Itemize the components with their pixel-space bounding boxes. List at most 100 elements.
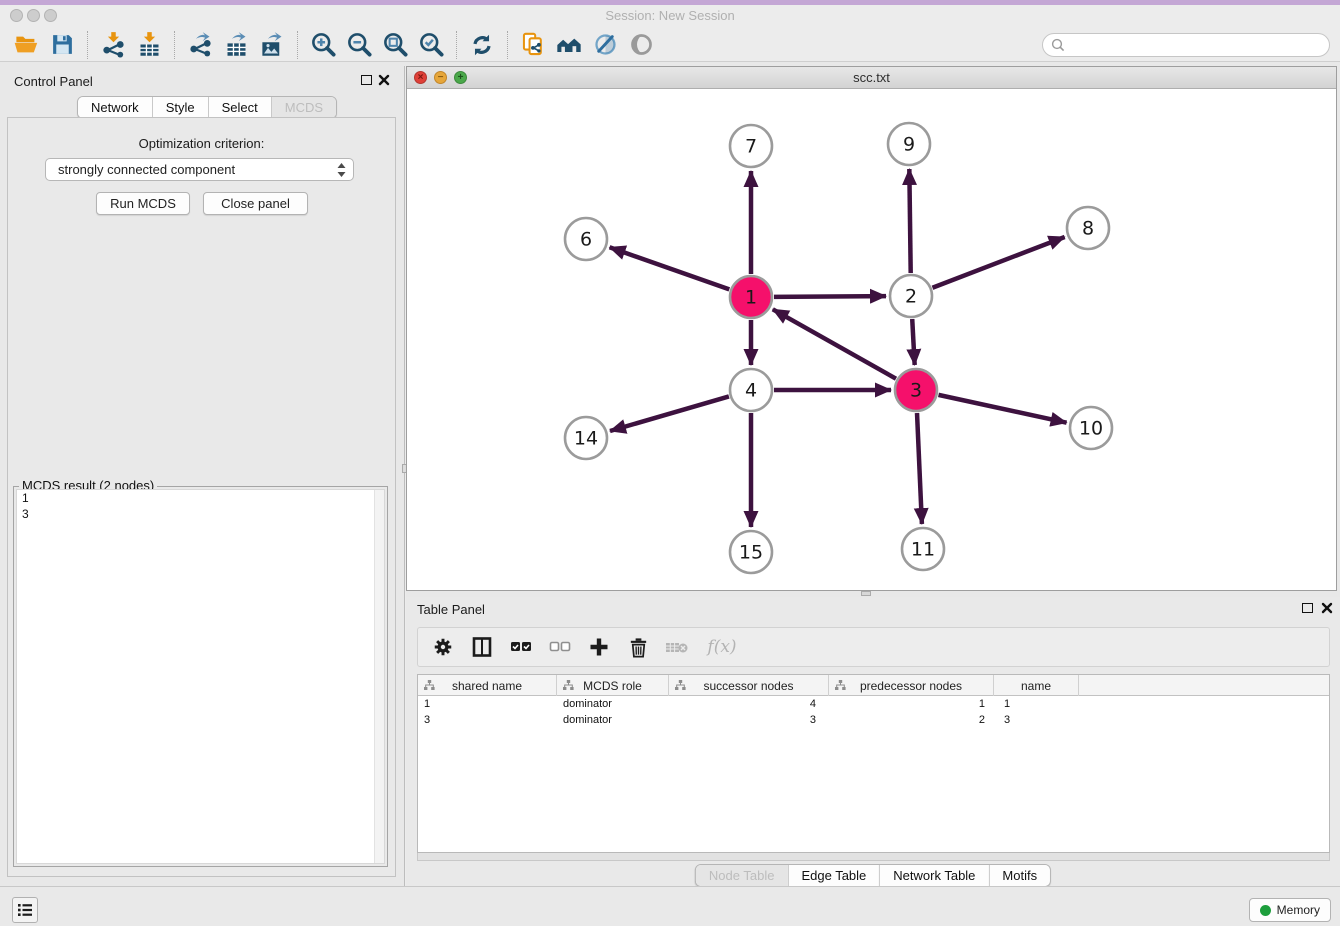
zoom-in-button[interactable] (305, 30, 341, 60)
graph-node-10[interactable]: 10 (1070, 407, 1112, 449)
export-image-button[interactable] (254, 30, 290, 60)
graph-node-11[interactable]: 11 (902, 528, 944, 570)
table-tab-motifs[interactable]: Motifs (988, 865, 1050, 886)
zoom-selected-button[interactable] (413, 30, 449, 60)
table-panel: Table Panel (406, 597, 1340, 886)
import-network-button[interactable] (95, 30, 131, 60)
cell-predecessor-nodes[interactable]: 2 (829, 712, 994, 728)
export-network-button[interactable] (182, 30, 218, 60)
clone-network-button[interactable] (515, 30, 551, 60)
table-toolbar: f(x) (417, 627, 1330, 667)
column-header-shared-name[interactable]: shared name (418, 675, 557, 696)
table-row[interactable]: 3dominator323 (418, 712, 1329, 728)
close-panel-button[interactable]: Close panel (203, 192, 308, 215)
graph-node-label: 15 (739, 542, 763, 564)
delete-columns-button[interactable] (623, 632, 653, 662)
graph-node-4[interactable]: 4 (730, 369, 772, 411)
network-window-title: scc.txt (407, 70, 1336, 85)
cell-successor-nodes[interactable]: 3 (669, 712, 829, 728)
graph-node-9[interactable]: 9 (888, 123, 930, 165)
main-titlebar[interactable]: Session: New Session (0, 5, 1340, 28)
table-row[interactable]: 1dominator411 (418, 696, 1329, 712)
result-scrollbar[interactable] (374, 490, 384, 863)
optimization-criterion-select[interactable]: strongly connected component (45, 158, 354, 181)
cell-shared-name[interactable]: 1 (418, 696, 557, 712)
memory-label: Memory (1277, 903, 1320, 917)
run-mcds-button[interactable]: Run MCDS (96, 192, 190, 215)
graph-node-7[interactable]: 7 (730, 125, 772, 167)
create-column-button[interactable] (584, 632, 614, 662)
delete-table-button (662, 632, 692, 662)
cell-predecessor-nodes[interactable]: 1 (829, 696, 994, 712)
table-settings-button[interactable] (428, 632, 458, 662)
graph-edge-1-2[interactable] (774, 296, 886, 297)
cell-name[interactable]: 3 (994, 712, 1079, 728)
table-hscrollbar[interactable] (417, 853, 1330, 861)
network-canvas[interactable]: 7 9 6 8 1 2 4 3 14 10 15 11 (407, 89, 1336, 590)
column-header-name[interactable]: name (994, 675, 1079, 696)
graph-node-15[interactable]: 15 (730, 531, 772, 573)
table-tab-node-table[interactable]: Node Table (696, 865, 788, 886)
cell-mcds-role[interactable]: dominator (557, 696, 669, 712)
column-header-mcds-role[interactable]: MCDS role (557, 675, 669, 696)
network-window-titlebar[interactable]: × − + scc.txt (407, 67, 1336, 89)
close-table-panel-icon[interactable] (1321, 602, 1333, 614)
export-table-button[interactable] (218, 30, 254, 60)
import-table-button[interactable] (131, 30, 167, 60)
first-neighbors-button[interactable] (551, 30, 587, 60)
tab-mcds[interactable]: MCDS (271, 97, 336, 118)
graph-node-6[interactable]: 6 (565, 218, 607, 260)
node-table: shared nameMCDS role successor nodes prede… (417, 674, 1330, 853)
graph-node-14[interactable]: 14 (565, 417, 607, 459)
zoom-fit-icon (382, 31, 409, 58)
float-table-panel-icon[interactable] (1302, 603, 1313, 613)
graphics-details-icon (592, 31, 619, 58)
column-header-successor-nodes[interactable]: successor nodes (669, 675, 829, 696)
open-session-button[interactable] (8, 30, 44, 60)
task-history-button[interactable] (12, 897, 38, 923)
zoom-out-button[interactable] (341, 30, 377, 60)
cell-mcds-role[interactable]: dominator (557, 712, 669, 728)
graph-edge-2-3[interactable] (912, 319, 914, 365)
refresh-icon (469, 32, 495, 58)
graph-node-8[interactable]: 8 (1067, 207, 1109, 249)
search-field[interactable] (1042, 33, 1330, 57)
export-network-icon (187, 31, 214, 58)
save-session-button[interactable] (44, 30, 80, 60)
cell-successor-nodes[interactable]: 4 (669, 696, 829, 712)
graph-edge-3-11[interactable] (917, 413, 922, 524)
column-header-label: successor nodes (703, 679, 793, 693)
tab-style[interactable]: Style (152, 97, 208, 118)
search-input[interactable] (1066, 37, 1329, 53)
float-panel-icon[interactable] (361, 75, 372, 85)
tab-network[interactable]: Network (78, 97, 152, 118)
select-all-columns-button[interactable] (506, 632, 536, 662)
show-columns-button[interactable] (467, 632, 497, 662)
refresh-button[interactable] (464, 30, 500, 60)
table-tab-network-table[interactable]: Network Table (879, 865, 988, 886)
graph-node-1[interactable]: 1 (730, 276, 772, 318)
graph-node-label: 7 (745, 136, 757, 158)
export-table-icon (223, 31, 250, 58)
birds-eye-view-button[interactable] (623, 30, 659, 60)
graph-edge-4-14[interactable] (610, 396, 729, 431)
graph-edge-1-6[interactable] (610, 247, 730, 289)
cell-name[interactable]: 1 (994, 696, 1079, 712)
zoom-fit-button[interactable] (377, 30, 413, 60)
cell-shared-name[interactable]: 3 (418, 712, 557, 728)
column-header-predecessor-nodes[interactable]: predecessor nodes (829, 675, 994, 696)
unselect-all-columns-button[interactable] (545, 632, 575, 662)
show-graphics-details-button[interactable] (587, 30, 623, 60)
mcds-result-list[interactable]: 13 (16, 489, 385, 864)
graph-node-2[interactable]: 2 (890, 275, 932, 317)
close-panel-icon[interactable] (378, 74, 390, 86)
tab-select[interactable]: Select (208, 97, 271, 118)
graph-node-3[interactable]: 3 (895, 369, 937, 411)
graph-edge-2-8[interactable] (932, 237, 1064, 288)
graph-edge-2-9[interactable] (909, 169, 910, 273)
horizontal-splitter-handle[interactable] (861, 591, 871, 596)
graph-edge-3-1[interactable] (773, 309, 896, 378)
table-tab-edge-table[interactable]: Edge Table (787, 865, 879, 886)
graph-edge-3-10[interactable] (938, 395, 1066, 423)
memory-button[interactable]: Memory (1249, 898, 1331, 922)
